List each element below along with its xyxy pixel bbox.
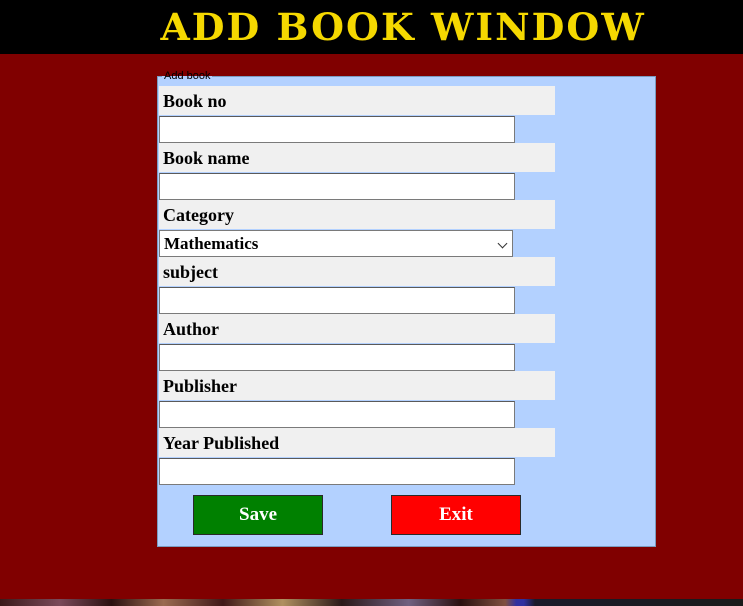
book-no-label: Book no bbox=[159, 86, 555, 115]
publisher-input[interactable] bbox=[159, 401, 515, 428]
chevron-down-icon[interactable] bbox=[497, 238, 508, 249]
year-published-input[interactable] bbox=[159, 458, 515, 485]
exit-button[interactable]: Exit bbox=[391, 495, 521, 535]
book-name-input[interactable] bbox=[159, 173, 515, 200]
category-select[interactable]: Mathematics bbox=[159, 230, 513, 257]
author-label: Author bbox=[159, 314, 555, 343]
category-label: Category bbox=[159, 200, 555, 229]
book-name-label: Book name bbox=[159, 143, 555, 172]
window-title: ADD BOOK WINDOW bbox=[160, 5, 646, 49]
background-image-strip bbox=[0, 599, 743, 606]
author-input[interactable] bbox=[159, 344, 515, 371]
category-selected-value: Mathematics bbox=[164, 234, 259, 253]
year-published-label: Year Published bbox=[159, 428, 555, 457]
title-bar: ADD BOOK WINDOW bbox=[0, 0, 743, 54]
group-legend: Add book bbox=[164, 70, 211, 82]
save-button[interactable]: Save bbox=[193, 495, 323, 535]
book-no-input[interactable] bbox=[159, 116, 515, 143]
publisher-label: Publisher bbox=[159, 371, 555, 400]
subject-label: subject bbox=[159, 257, 555, 286]
subject-input[interactable] bbox=[159, 287, 515, 314]
